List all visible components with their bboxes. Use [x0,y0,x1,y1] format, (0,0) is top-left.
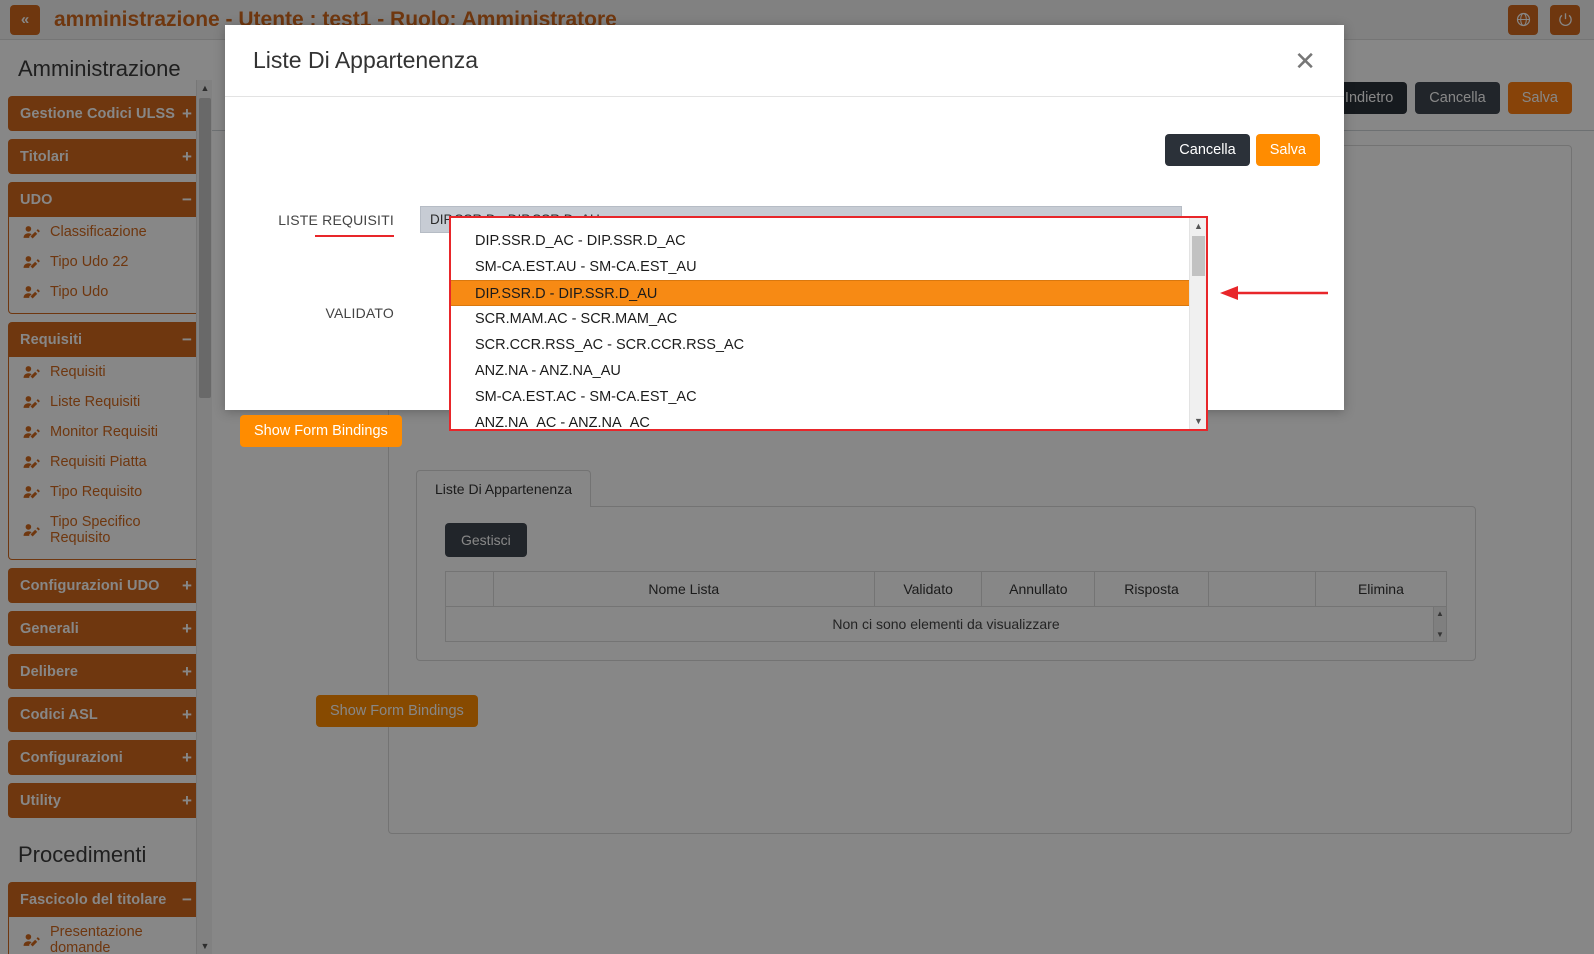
show-form-bindings-modal-wrapper: Show Form Bindings [240,415,402,447]
dropdown-option[interactable]: SCR.CCR.RSS_AC - SCR.CCR.RSS_AC [451,332,1189,358]
dropdown-option[interactable]: ANZ.NA_AC - ANZ.NA_AC [451,410,1189,429]
liste-requisiti-dropdown[interactable]: DIP.SSR.D_AC - DIP.SSR.D_AC SM-CA.EST.AU … [449,216,1208,431]
liste-requisiti-label: LISTE REQUISITI [225,212,420,237]
left-arrow-annotation-icon [1220,286,1328,300]
modal-cancella-button[interactable]: Cancella [1165,134,1250,166]
close-icon[interactable]: ✕ [1294,48,1316,74]
modal-salva-button[interactable]: Salva [1255,134,1320,166]
dropdown-scrollbar[interactable]: ▲ ▼ [1189,218,1206,429]
dropdown-option[interactable]: DIP.SSR.D_AC - DIP.SSR.D_AC [451,228,1189,254]
dropdown-scroll-up-icon[interactable]: ▲ [1190,218,1206,234]
validato-label: VALIDATO [325,305,394,321]
dropdown-options-list: DIP.SSR.D_AC - DIP.SSR.D_AC SM-CA.EST.AU … [451,218,1189,429]
show-form-bindings-button-modal[interactable]: Show Form Bindings [240,415,402,447]
dropdown-option[interactable]: ANZ.NA - ANZ.NA_AU [451,358,1189,384]
dropdown-option[interactable]: SM-CA.EST.AC - SM-CA.EST_AC [451,384,1189,410]
dropdown-option[interactable]: DIP.SSR.D - DIP.SSR.D_AU [451,280,1189,306]
modal-title: Liste Di Appartenenza [253,47,479,73]
modal-header: Liste Di Appartenenza ✕ [225,25,1344,97]
dropdown-option[interactable]: SM-CA.EST.AU - SM-CA.EST_AU [451,254,1189,280]
dropdown-scroll-thumb[interactable] [1192,236,1205,276]
modal-action-buttons: Cancella Salva [1165,134,1320,166]
dropdown-option[interactable]: SCR.MAM.AC - SCR.MAM_AC [451,306,1189,332]
dropdown-scroll-down-icon[interactable]: ▼ [1190,413,1206,429]
